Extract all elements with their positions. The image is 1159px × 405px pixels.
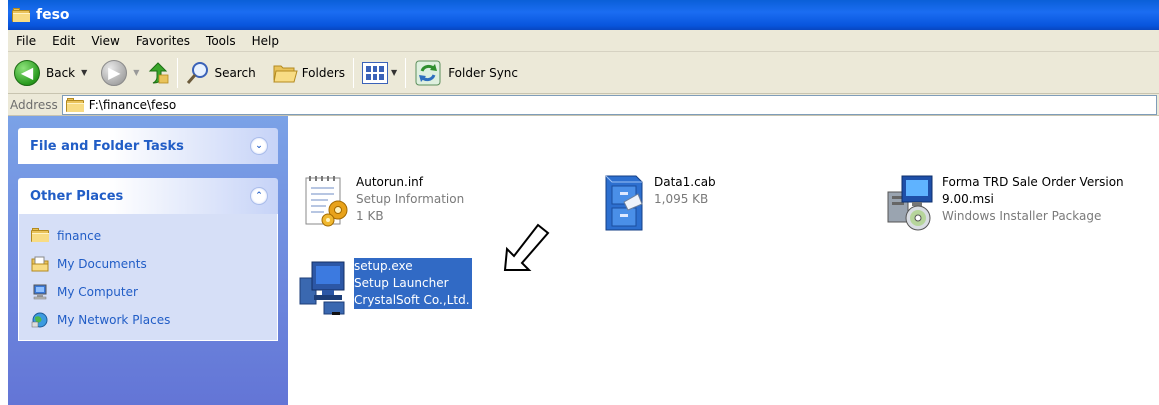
pointer-arrow-icon [503, 223, 550, 271]
up-button[interactable] [143, 56, 173, 90]
place-my-computer[interactable]: My Computer [31, 278, 265, 306]
cabinet-file-icon [605, 175, 643, 231]
menu-file[interactable]: File [8, 34, 44, 48]
folders-button[interactable]: Folders [268, 56, 349, 90]
window-title: feso [36, 7, 70, 23]
file-setup-exe[interactable]: setup.exe Setup Launcher CrystalSoft Co.… [298, 258, 472, 316]
my-documents-icon [31, 256, 49, 272]
address-input[interactable]: F:\finance\feso [61, 94, 1157, 115]
menu-edit[interactable]: Edit [44, 34, 83, 48]
file-size: 1,095 KB [654, 192, 709, 206]
content-area: File and Folder Tasks ⌄ Other Places ⌃ f… [8, 116, 1159, 405]
folders-icon [273, 65, 298, 82]
menu-tools[interactable]: Tools [198, 34, 244, 48]
task-pane: File and Folder Tasks ⌄ Other Places ⌃ f… [8, 116, 288, 405]
file-folder-tasks-header[interactable]: File and Folder Tasks ⌄ [18, 128, 278, 164]
file-type: Setup Launcher [354, 275, 472, 292]
folder-sync-icon [415, 60, 441, 85]
my-computer-icon [33, 284, 47, 300]
chevron-up-icon[interactable]: ⌃ [250, 187, 268, 205]
menu-help[interactable]: Help [244, 34, 287, 48]
network-places-icon [31, 312, 48, 328]
forward-dropdown-icon[interactable]: ▼ [133, 68, 139, 77]
up-folder-icon [149, 61, 169, 83]
file-type: Windows Installer Package [942, 209, 1102, 223]
file-meta: Data1.cab 1,095 KB [654, 174, 716, 232]
toolbar-separator [405, 57, 407, 88]
folder-icon [65, 97, 84, 112]
address-path: F:\finance\feso [88, 97, 177, 112]
views-button[interactable]: ▼ [358, 56, 401, 90]
file-name: setup.exe [354, 258, 472, 275]
back-button[interactable]: ◀ Back ▼ [10, 56, 91, 90]
forward-button[interactable]: ▶ ▼ [97, 56, 143, 90]
back-arrow-icon: ◀ [14, 59, 40, 86]
setup-exe-icon [299, 261, 345, 315]
file-company: CrystalSoft Co.,Ltd. [354, 292, 472, 309]
other-places-header[interactable]: Other Places ⌃ [18, 178, 278, 214]
place-label: My Documents [57, 257, 147, 271]
place-label: My Network Places [57, 313, 171, 327]
folder-icon [31, 228, 49, 244]
search-icon [187, 61, 209, 84]
back-label: Back [46, 65, 76, 80]
file-list: Autorun.inf Setup Information 1 KB Data1… [288, 116, 1159, 405]
place-my-documents[interactable]: My Documents [31, 250, 265, 278]
file-folder-tasks-title: File and Folder Tasks [30, 138, 184, 154]
address-label: Address [10, 97, 58, 112]
title-bar[interactable]: feso [8, 0, 1159, 30]
folder-sync-label: Folder Sync [448, 65, 519, 80]
file-size: 1 KB [356, 209, 384, 223]
place-label: finance [57, 229, 102, 243]
file-autorun-inf[interactable]: Autorun.inf Setup Information 1 KB [300, 174, 464, 232]
menu-bar: File Edit View Favorites Tools Help [8, 30, 1159, 52]
search-label: Search [214, 65, 256, 80]
file-name: Forma TRD Sale Order Version [942, 175, 1124, 189]
menu-favorites[interactable]: Favorites [128, 34, 198, 48]
views-dropdown-icon[interactable]: ▼ [391, 68, 397, 77]
search-button[interactable]: Search [182, 56, 259, 90]
folder-sync-button[interactable]: Folder Sync [410, 56, 522, 90]
toolbar-separator [177, 57, 179, 88]
place-label: My Computer [57, 285, 138, 299]
other-places-panel: Other Places ⌃ finance My Documents My C… [18, 178, 278, 341]
other-places-title: Other Places [30, 188, 124, 204]
file-forma-trd-msi[interactable]: Forma TRD Sale Order Version 9.00.msi Wi… [886, 174, 1124, 232]
chevron-down-icon[interactable]: ⌄ [250, 137, 268, 155]
toolbar-separator [353, 57, 355, 88]
address-bar: Address F:\finance\feso [8, 94, 1159, 116]
inf-file-icon [305, 176, 348, 227]
file-folder-tasks-panel: File and Folder Tasks ⌄ [18, 128, 278, 164]
file-name: Autorun.inf [356, 175, 423, 189]
file-type: Setup Information [356, 192, 465, 206]
folders-label: Folders [301, 65, 346, 80]
other-places-list: finance My Documents My Computer My Netw… [18, 214, 278, 341]
folder-icon [12, 8, 30, 22]
file-meta: Forma TRD Sale Order Version 9.00.msi Wi… [942, 174, 1124, 232]
place-finance[interactable]: finance [31, 222, 265, 250]
toolbar: ◀ Back ▼ ▶ ▼ Search Folders ▼ Folder Syn… [8, 52, 1159, 94]
file-meta: Autorun.inf Setup Information 1 KB [356, 174, 464, 232]
forward-arrow-icon: ▶ [101, 59, 128, 86]
explorer-window: feso File Edit View Favorites Tools Help… [8, 0, 1159, 405]
menu-view[interactable]: View [83, 34, 127, 48]
place-my-network-places[interactable]: My Network Places [31, 306, 265, 334]
msi-installer-icon [887, 175, 933, 231]
back-dropdown-icon[interactable]: ▼ [81, 68, 87, 77]
file-data1-cab[interactable]: Data1.cab 1,095 KB [598, 174, 716, 232]
file-meta: setup.exe Setup Launcher CrystalSoft Co.… [354, 258, 472, 316]
file-name-line-2: 9.00.msi [942, 192, 994, 206]
views-icon [362, 61, 389, 84]
file-name: Data1.cab [654, 175, 716, 189]
